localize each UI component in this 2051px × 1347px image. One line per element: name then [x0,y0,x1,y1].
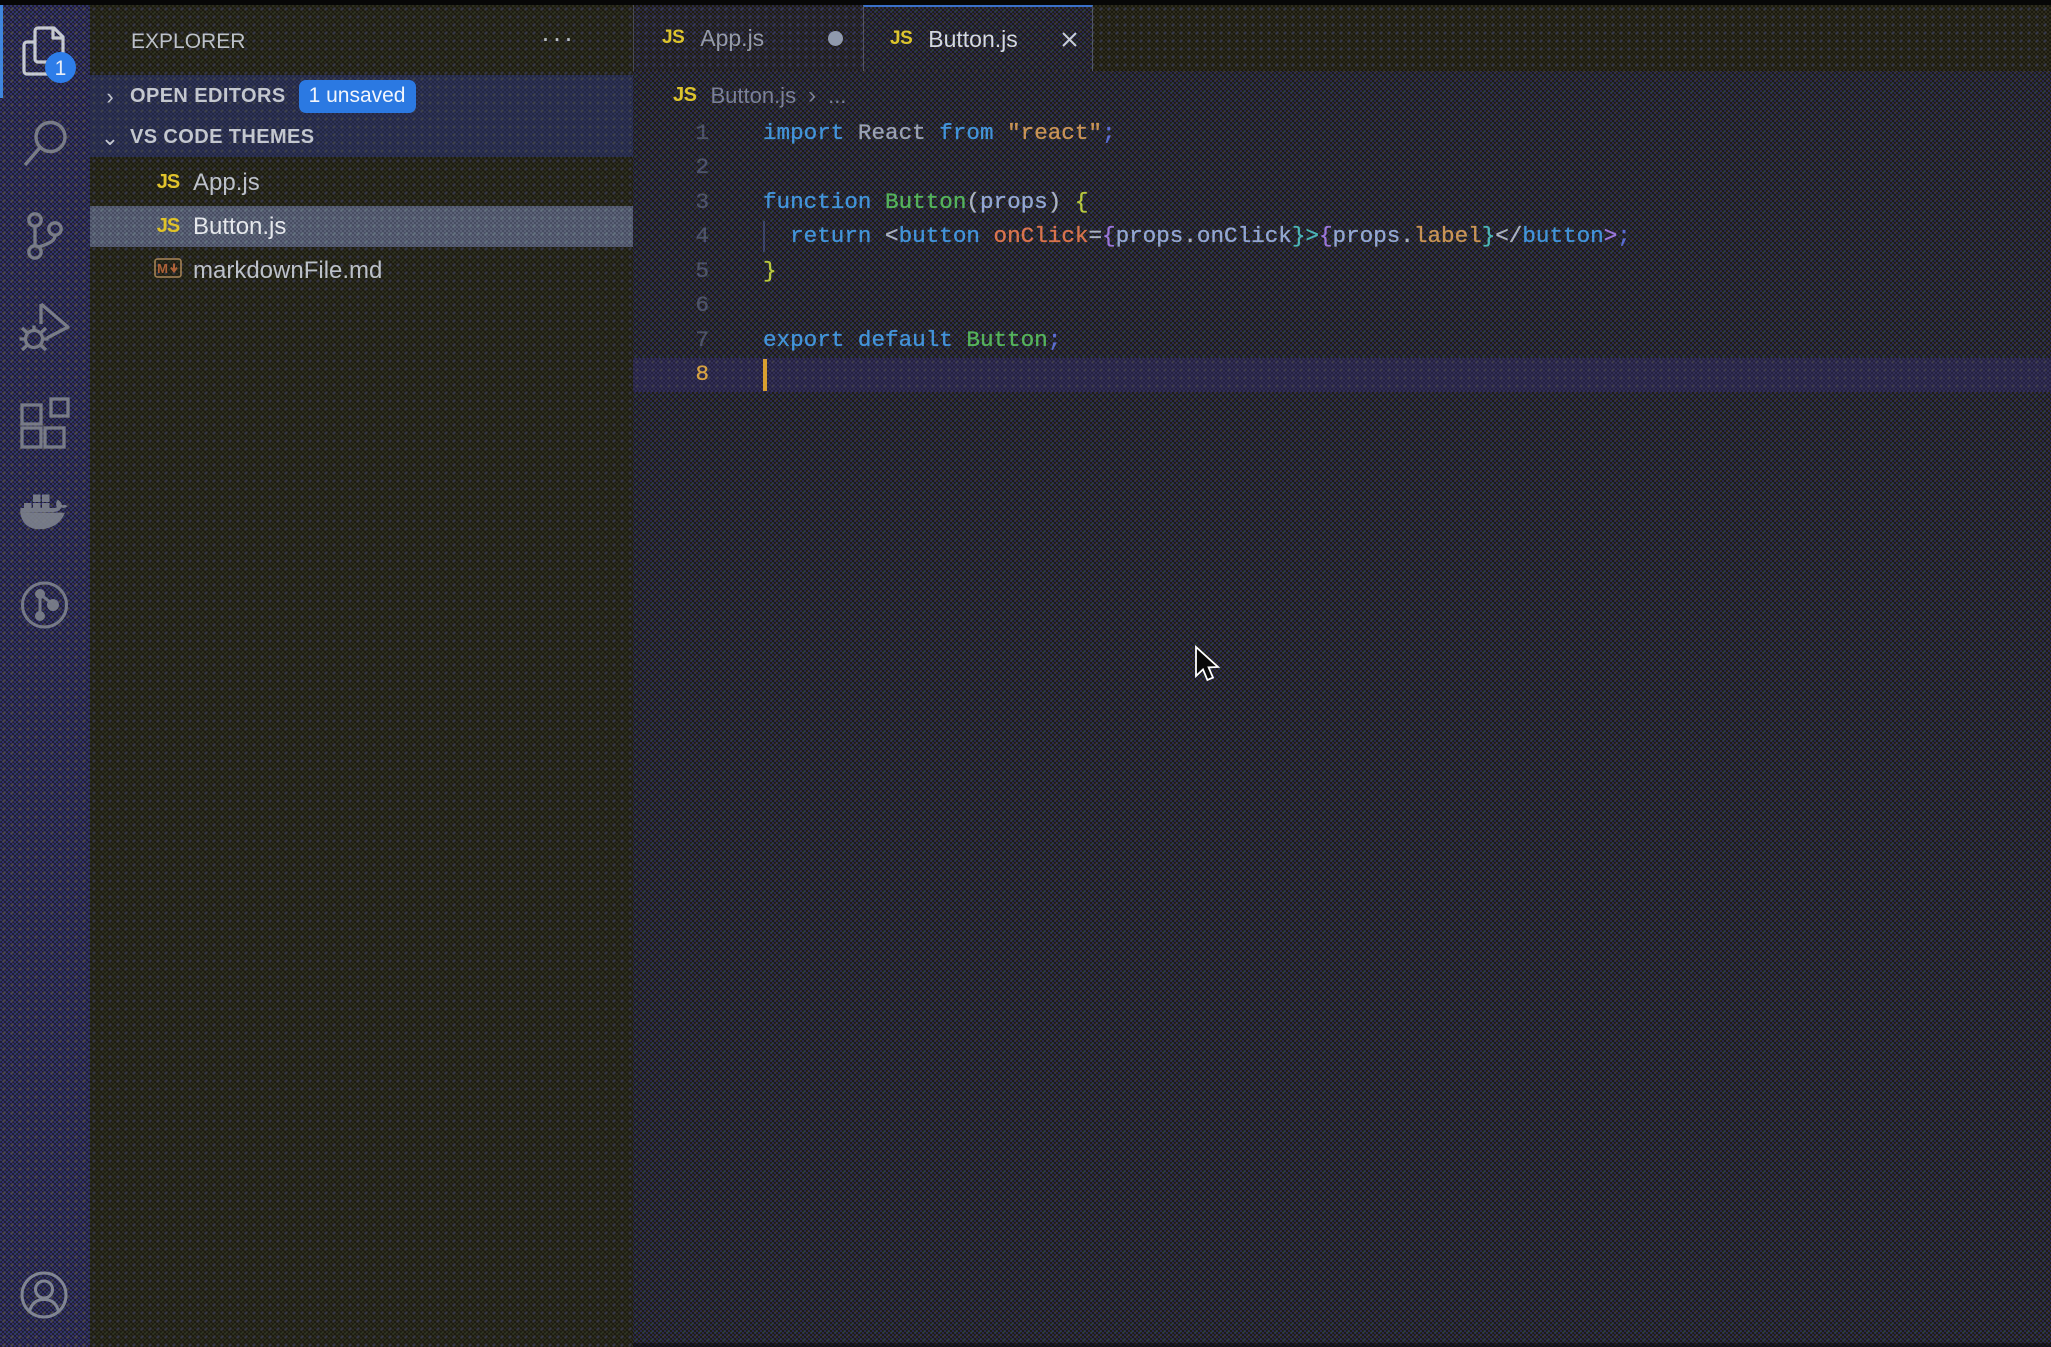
svg-text:1: 1 [55,57,67,80]
svg-text:M: M [157,261,168,276]
